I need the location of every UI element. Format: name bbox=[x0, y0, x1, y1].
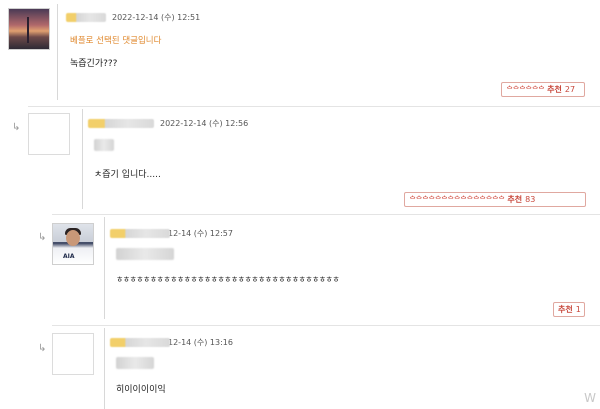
comment-date: 2022-12-14 (수) 12:56 bbox=[160, 119, 249, 128]
recommend-button[interactable]: ᅌᅌᅌᅌᅌᅌᅌᅌᅌᅌᅌᅌᅌᅌᅌ 추천 83 bbox=[404, 192, 586, 207]
comment-1: 2022-12-14 (수) 12:51 베플로 선택된 댓글입니다 녹즙긴가?… bbox=[0, 0, 600, 105]
recommend-label: 추천 bbox=[558, 305, 573, 314]
comment-text: 히이이이이익 bbox=[116, 385, 166, 395]
recommend-button[interactable]: ᅌᅌᅌᅌᅌᅌ 추천 27 bbox=[501, 82, 585, 97]
reply-arrow-icon: ↳ bbox=[12, 122, 21, 133]
username[interactable] bbox=[110, 229, 170, 238]
user-avatar[interactable] bbox=[8, 8, 50, 50]
comment-date: 12-14 (수) 13:16 bbox=[168, 338, 233, 347]
reply-arrow-icon: ↳ bbox=[38, 343, 47, 354]
recommend-count: 1 bbox=[575, 305, 581, 314]
blurred-content bbox=[94, 139, 114, 151]
recommend-count: 27 bbox=[564, 85, 576, 94]
thumbs-up-icon: ᅌᅌᅌᅌᅌᅌ bbox=[506, 85, 545, 94]
blurred-content bbox=[116, 248, 174, 260]
thumbs-up-icon: ᅌᅌᅌᅌᅌᅌᅌᅌᅌᅌᅌᅌᅌᅌᅌ bbox=[409, 195, 505, 204]
comment-4: ↳ 12-14 (수) 13:16 히이이이이익 bbox=[38, 325, 600, 409]
username[interactable] bbox=[110, 338, 170, 347]
recommend-count: 83 bbox=[525, 195, 536, 204]
recommend-label: 추천 bbox=[507, 195, 523, 204]
user-avatar[interactable]: AIA bbox=[52, 223, 94, 265]
reply-arrow-icon: ↳ bbox=[38, 232, 47, 243]
recommend-button[interactable]: 추천 1 bbox=[553, 302, 585, 317]
comment-date: 12-14 (수) 12:57 bbox=[168, 229, 233, 238]
comment-2: ↳ 2022-12-14 (수) 12:56 ㅊ즙기 입니다..... ᅌᅌᅌᅌ… bbox=[12, 106, 600, 214]
comment-text: ㅊ즙기 입니다..... bbox=[94, 170, 161, 180]
blurred-content bbox=[116, 357, 154, 369]
comment-text: ㅎㅎㅎㅎㅎㅎㅎㅎㅎㅎㅎㅎㅎㅎㅎㅎㅎㅎㅎㅎㅎㅎㅎㅎㅎㅎㅎㅎㅎㅎㅎㅎㅎ bbox=[116, 275, 340, 284]
comment-date: 2022-12-14 (수) 12:51 bbox=[112, 13, 201, 22]
comment-thread: 2022-12-14 (수) 12:51 베플로 선택된 댓글입니다 녹즙긴가?… bbox=[0, 0, 600, 409]
comment-3: ↳ AIA 12-14 (수) 12:57 ㅎㅎㅎㅎㅎㅎㅎㅎㅎㅎㅎㅎㅎㅎㅎㅎㅎㅎ… bbox=[38, 214, 600, 324]
username[interactable] bbox=[88, 119, 154, 128]
recommend-label: 추천 bbox=[547, 85, 562, 94]
user-avatar[interactable] bbox=[52, 333, 94, 375]
user-avatar[interactable] bbox=[28, 113, 70, 155]
username[interactable] bbox=[66, 13, 106, 22]
comment-text: 녹즙긴가??? bbox=[70, 59, 118, 69]
watermark-logo: W bbox=[584, 391, 596, 405]
best-comment-label: 베플로 선택된 댓글입니다 bbox=[70, 36, 162, 46]
